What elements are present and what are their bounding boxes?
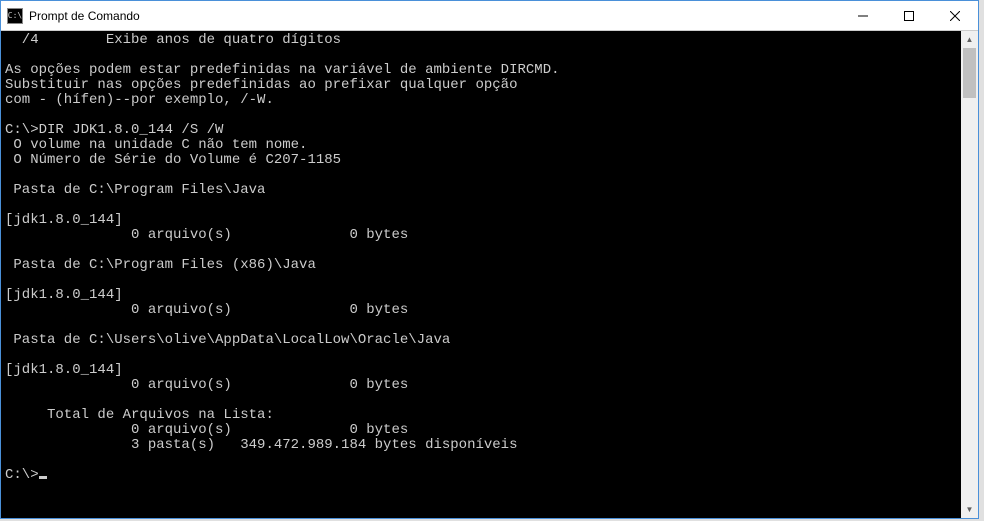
scrollbar-track[interactable] <box>961 48 978 501</box>
window-controls <box>840 1 978 30</box>
vertical-scrollbar[interactable]: ▲ ▼ <box>961 31 978 518</box>
cursor <box>39 476 47 479</box>
close-button[interactable] <box>932 1 978 30</box>
command-prompt-window: C:\ Prompt de Comando /4 Exibe anos de q… <box>0 0 979 519</box>
cmd-icon: C:\ <box>7 8 23 24</box>
scroll-down-arrow[interactable]: ▼ <box>961 501 978 518</box>
maximize-icon <box>904 11 914 21</box>
maximize-button[interactable] <box>886 1 932 30</box>
window-title: Prompt de Comando <box>29 9 840 23</box>
console-area: /4 Exibe anos de quatro dígitos As opçõe… <box>1 31 978 518</box>
titlebar[interactable]: C:\ Prompt de Comando <box>1 1 978 31</box>
close-icon <box>950 11 960 21</box>
scroll-up-arrow[interactable]: ▲ <box>961 31 978 48</box>
minimize-icon <box>858 11 868 21</box>
console-output[interactable]: /4 Exibe anos de quatro dígitos As opçõe… <box>1 31 961 518</box>
minimize-button[interactable] <box>840 1 886 30</box>
scrollbar-thumb[interactable] <box>963 48 976 98</box>
